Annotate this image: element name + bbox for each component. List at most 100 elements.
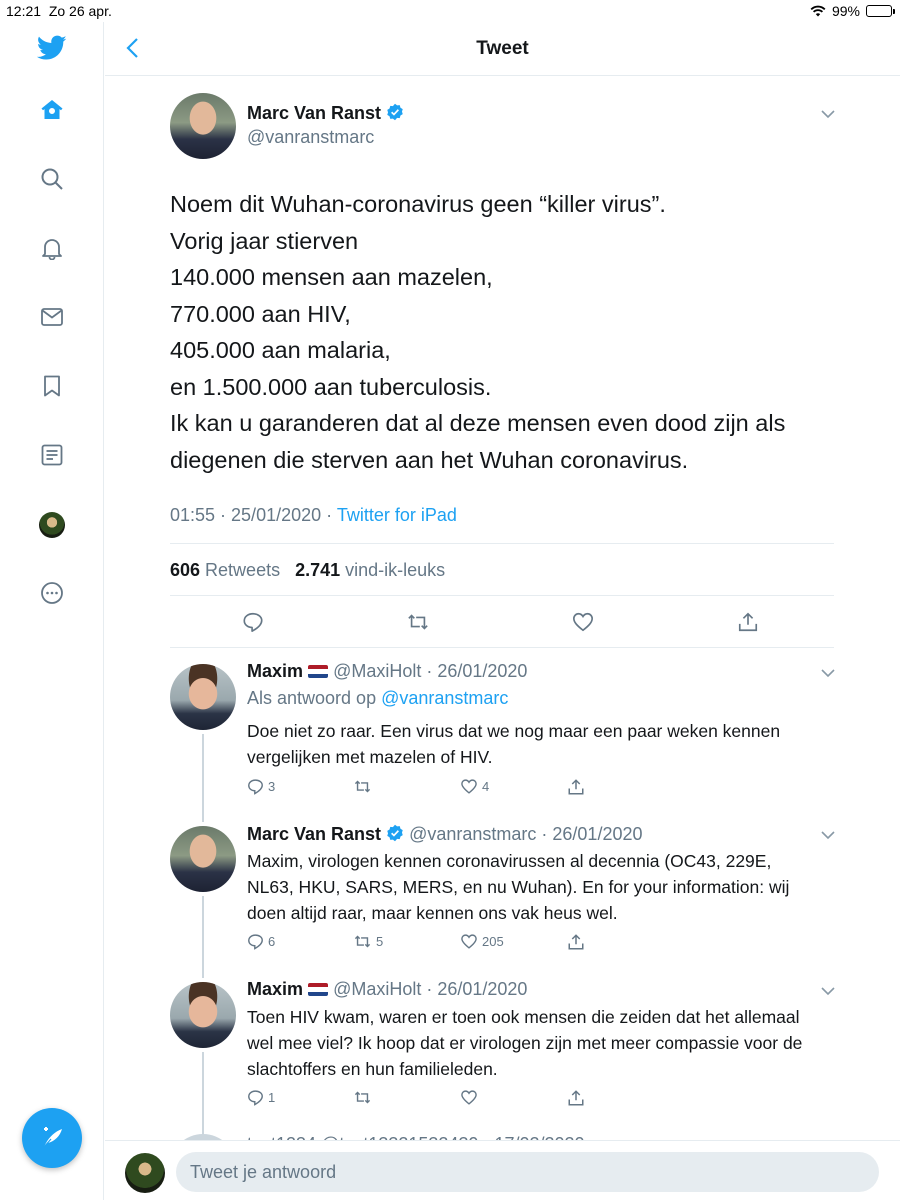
reply-text: Maxim, virologen kennen coronavirussen a…	[247, 848, 847, 926]
chevron-down-icon[interactable]	[821, 828, 835, 842]
chevron-down-icon[interactable]	[821, 107, 835, 121]
retweet-icon	[354, 780, 371, 793]
reply-text: Doe niet zo raar. Een virus dat we nog m…	[247, 718, 847, 770]
author-avatar[interactable]	[170, 93, 236, 159]
reply-button[interactable]	[241, 610, 265, 634]
battery-icon	[866, 5, 895, 17]
status-time: 12:21	[6, 3, 42, 19]
reply-text-line: NL63, HKU, SARS, MERS, en nu Wuhan). En …	[247, 877, 790, 897]
share-icon	[568, 934, 584, 950]
tweet-source-link[interactable]: Twitter for iPad	[337, 505, 457, 525]
tweet-text-line: diegenen die sterven aan het Wuhan coron…	[170, 446, 689, 473]
like-button[interactable]: 205	[460, 933, 504, 950]
reply-input[interactable]	[176, 1152, 879, 1192]
reply-text-line: wel mee viel? Ik hoop dat er virologen z…	[247, 1033, 803, 1053]
like-count: 4	[482, 779, 490, 794]
reply-handle-date[interactable]: @MaxiHolt · 26/01/2020	[333, 661, 527, 681]
reply-avatar[interactable]	[170, 664, 236, 730]
share-button[interactable]	[736, 610, 760, 634]
tweet-text-line: 770.000 aan HIV,	[170, 300, 351, 327]
like-button[interactable]	[571, 610, 595, 634]
author-handle[interactable]: @vanranstmarc	[247, 127, 374, 148]
heart-icon	[461, 1090, 477, 1105]
tweet-text-line: Vorig jaar stierven	[170, 227, 359, 254]
status-time-date: 12:21 Zo 26 apr.	[6, 3, 112, 19]
likes-count: 2.741	[295, 560, 341, 580]
twitter-logo-icon[interactable]	[36, 34, 68, 62]
heart-icon	[461, 779, 477, 794]
netherlands-flag-icon	[308, 665, 329, 678]
share-icon	[568, 1090, 584, 1106]
more-icon[interactable]	[38, 579, 66, 607]
tweet-stats: 606 Retweets 2.741 vind-ik-leuks	[170, 560, 445, 581]
reply-avatar[interactable]	[170, 826, 236, 892]
profile-avatar[interactable]	[39, 512, 65, 538]
share-button[interactable]	[567, 778, 585, 796]
likes-stat[interactable]: 2.741 vind-ik-leuks	[295, 560, 445, 580]
retweets-count: 606	[170, 560, 201, 580]
bookmark-icon[interactable]	[38, 372, 66, 400]
reply-icon	[248, 779, 263, 795]
compose-tweet-button[interactable]	[22, 1108, 82, 1168]
search-icon[interactable]	[38, 165, 66, 193]
like-count: 205	[482, 934, 504, 949]
mail-icon[interactable]	[38, 303, 66, 331]
tweet-timestamp: 01:55 · 25/01/2020 ·	[170, 505, 337, 525]
list-icon[interactable]	[38, 441, 66, 469]
reply-avatar[interactable]	[170, 982, 236, 1048]
replying-prefix: Als antwoord op	[247, 688, 382, 708]
reply-text-line: vergelijken met mazelen of HIV.	[247, 747, 493, 767]
reply-author-name[interactable]: Maxim	[247, 979, 303, 999]
reply-button[interactable]: 3	[247, 778, 275, 795]
status-bar: 12:21 Zo 26 apr. 99%	[0, 0, 900, 22]
replying-to: Als antwoord op @vanranstmarc	[247, 688, 508, 709]
divider	[170, 595, 834, 596]
reply-author-name[interactable]: Marc Van Ranst	[247, 824, 381, 844]
tweet-text: Noem dit Wuhan-coronavirus geen “killer …	[170, 186, 850, 478]
reply-text-line: doen altijd raar, maar kennen ons vak he…	[247, 903, 618, 923]
reply-text: Toen HIV kwam, waren er toen ook mensen …	[247, 1004, 847, 1082]
like-button[interactable]	[460, 1089, 482, 1106]
tweet-meta: 01:55 · 25/01/2020 · Twitter for iPad	[170, 505, 457, 526]
chevron-down-icon[interactable]	[821, 984, 835, 998]
share-button[interactable]	[567, 933, 585, 951]
retweet-button[interactable]	[353, 778, 376, 795]
like-button[interactable]: 4	[460, 778, 489, 795]
share-button[interactable]	[567, 1089, 585, 1107]
home-icon[interactable]	[38, 96, 66, 124]
author-name[interactable]: Marc Van Ranst	[247, 103, 381, 123]
tweet-text-line: 405.000 aan malaria,	[170, 337, 391, 363]
tweet-text-line: Noem dit Wuhan-coronavirus geen “killer …	[170, 191, 666, 217]
bell-icon[interactable]	[38, 234, 66, 262]
reply-text-line: Toen HIV kwam, waren er toen ook mensen …	[247, 1007, 800, 1027]
status-date: Zo 26 apr.	[48, 3, 112, 19]
retweet-button[interactable]	[406, 610, 430, 634]
page-header: Tweet	[105, 22, 900, 76]
share-icon	[568, 779, 584, 795]
retweet-button[interactable]: 5	[353, 933, 383, 950]
compose-avatar	[125, 1153, 165, 1193]
share-icon	[738, 612, 758, 632]
verified-badge-icon	[386, 103, 403, 121]
retweets-stat[interactable]: 606 Retweets	[170, 560, 280, 580]
reply-header: Marc Van Ranst @vanranstmarc · 26/01/202…	[247, 824, 643, 845]
reply-handle-date[interactable]: @MaxiHolt · 26/01/2020	[333, 979, 527, 999]
retweet-button[interactable]	[353, 1089, 376, 1106]
retweet-count: 5	[376, 934, 384, 949]
netherlands-flag-icon	[308, 983, 329, 996]
thread-line	[202, 734, 204, 822]
replying-to-link[interactable]: @vanranstmarc	[381, 688, 508, 708]
reply-handle-date[interactable]: @vanranstmarc · 26/01/2020	[409, 824, 642, 844]
page-title: Tweet	[476, 38, 529, 59]
heart-icon	[461, 934, 477, 949]
reply-author-name[interactable]: Maxim	[247, 661, 303, 681]
reply-header: Maxim @MaxiHolt · 26/01/2020	[247, 661, 527, 682]
chevron-down-icon[interactable]	[821, 666, 835, 680]
reply-count: 1	[268, 1090, 276, 1105]
author-info: Marc Van Ranst	[247, 103, 404, 124]
reply-count: 3	[268, 779, 276, 794]
reply-button[interactable]: 6	[247, 933, 275, 950]
reply-button[interactable]: 1	[247, 1089, 275, 1106]
reply-icon	[248, 1090, 263, 1106]
verified-badge-icon	[387, 824, 403, 842]
